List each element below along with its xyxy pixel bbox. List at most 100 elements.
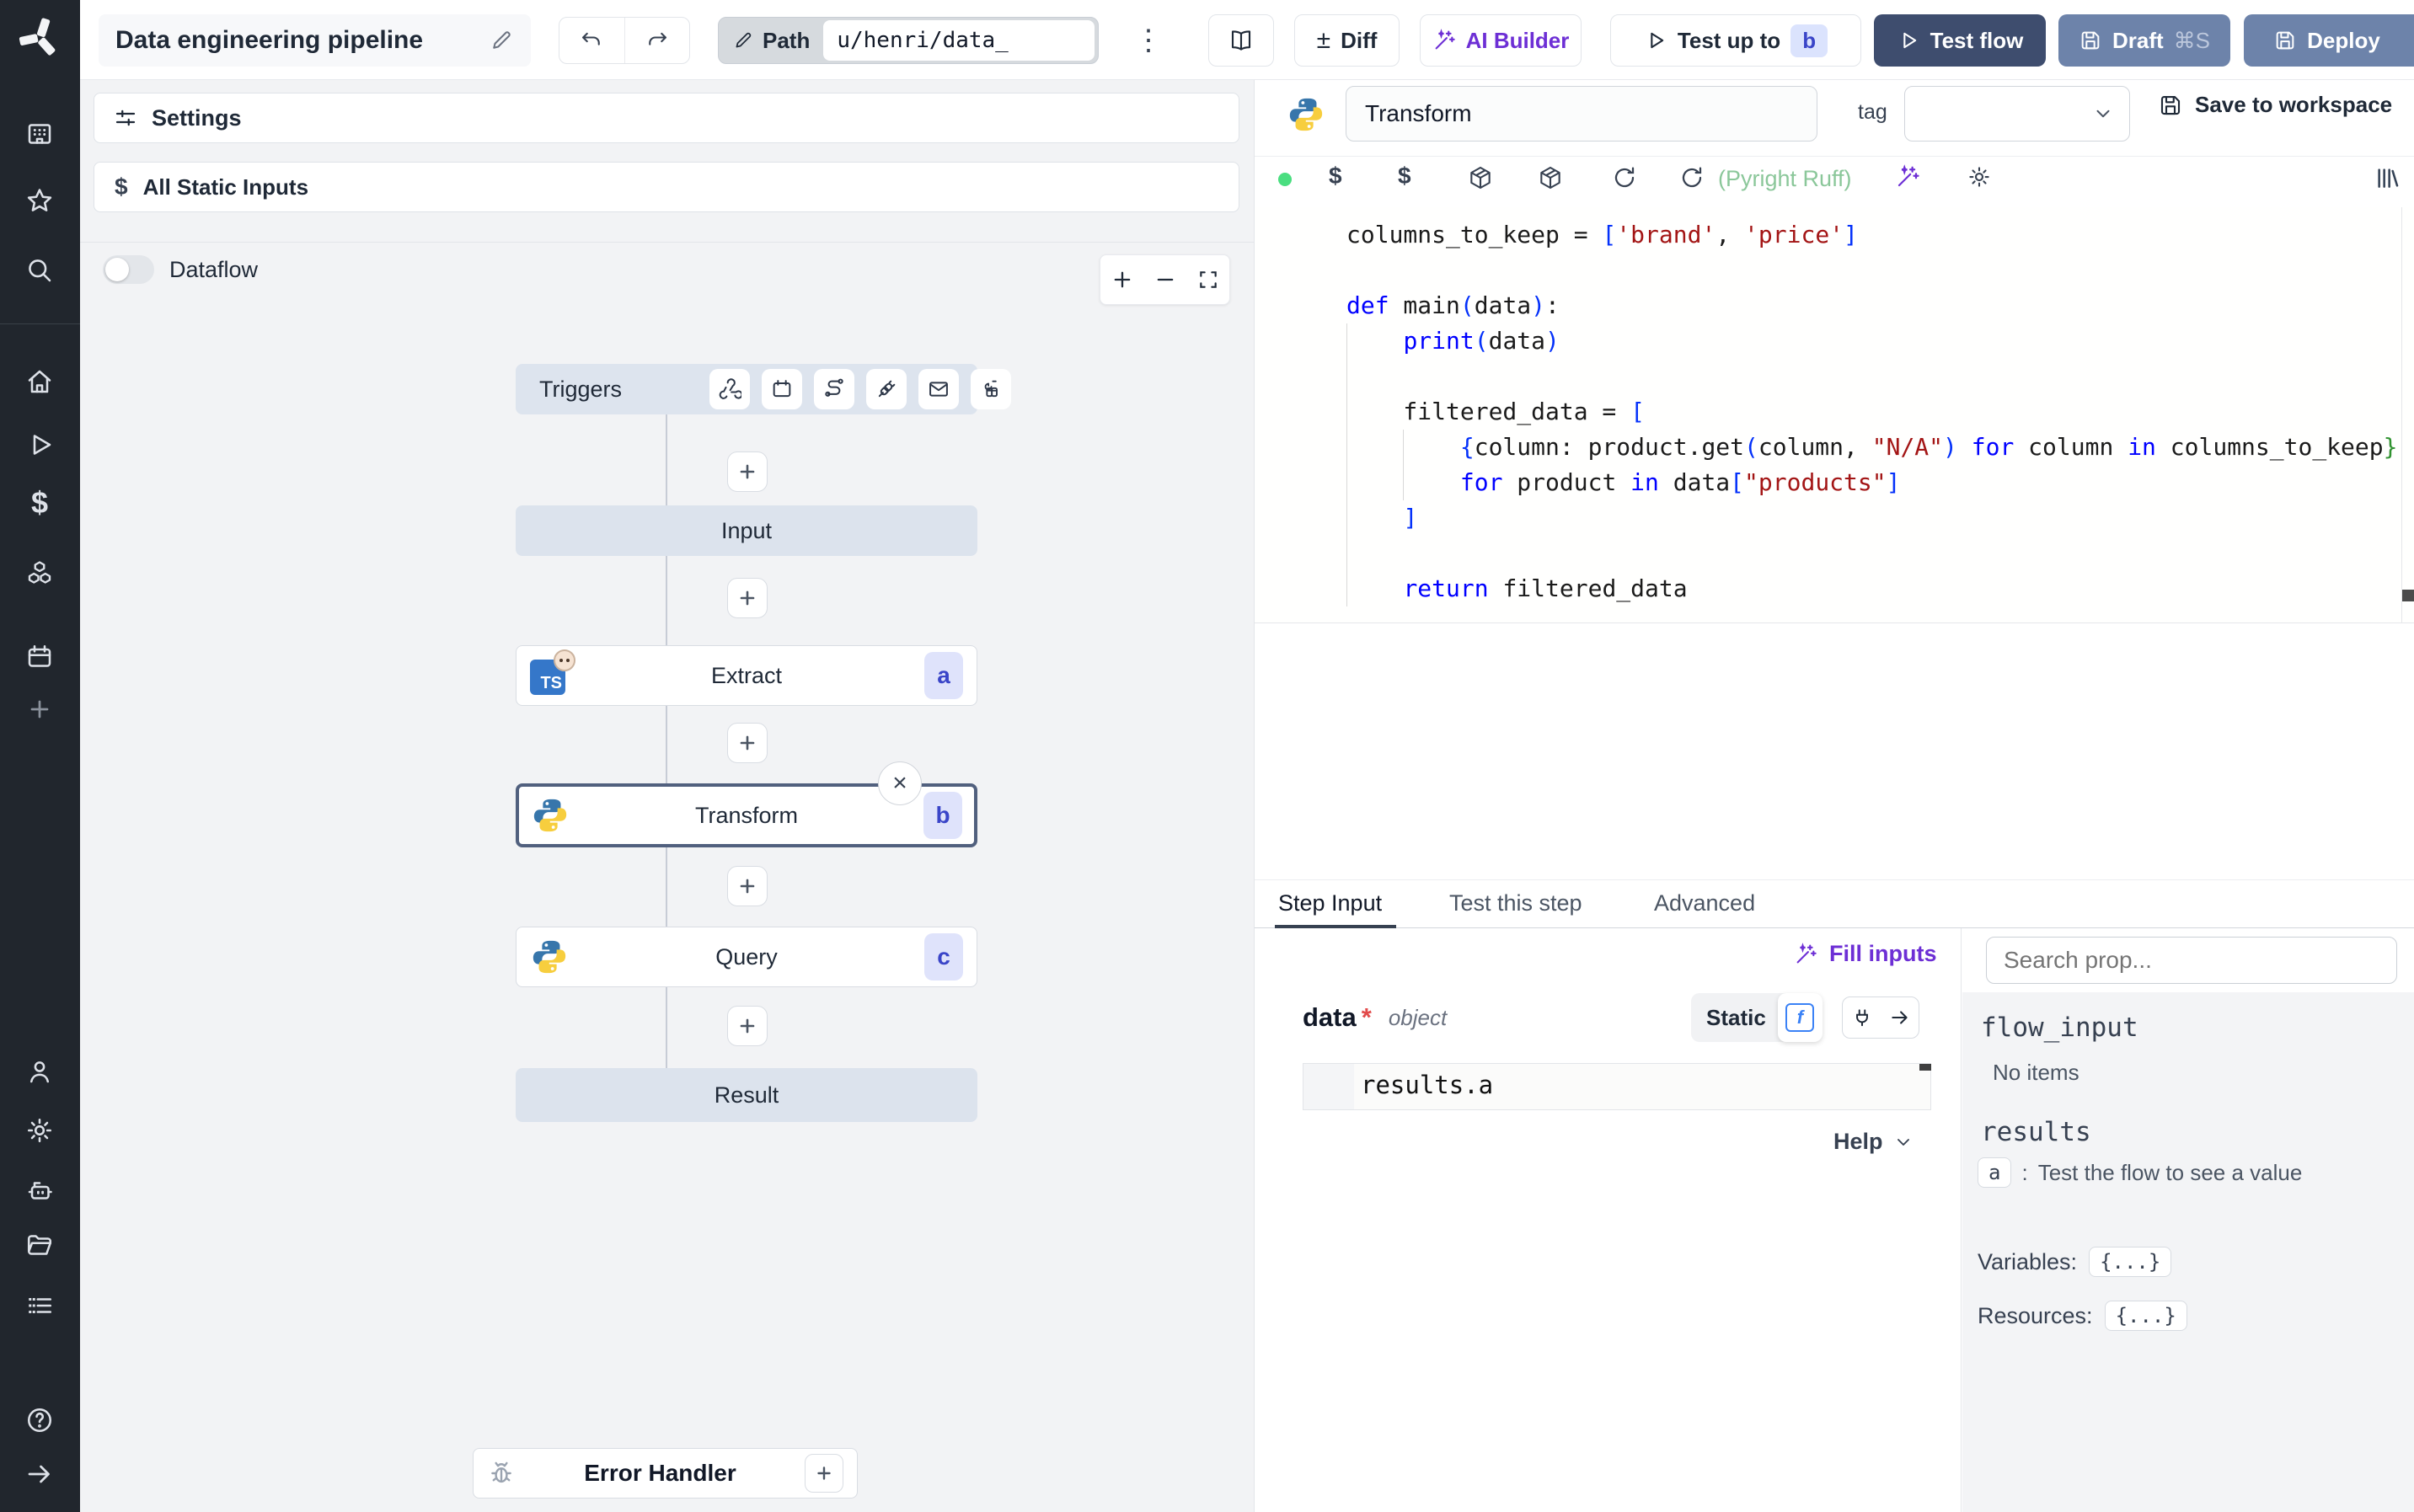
ai-builder-button[interactable]: AI Builder [1420, 14, 1582, 67]
javascript-mode-button[interactable]: f [1777, 993, 1823, 1042]
fit-view-icon[interactable] [1197, 269, 1219, 291]
result-node[interactable]: Result [516, 1068, 977, 1122]
deploy-button[interactable]: Deploy [2244, 14, 2414, 67]
insert-step-button[interactable] [727, 1006, 768, 1046]
editor-settings-icon[interactable] [1967, 164, 1992, 190]
webhook-trigger-icon[interactable] [709, 369, 751, 409]
favorites-icon[interactable] [24, 186, 55, 216]
redo-button[interactable] [625, 18, 690, 63]
variables-badge[interactable]: {...} [2089, 1247, 2172, 1277]
tab-test-this-step[interactable]: Test this step [1449, 890, 1582, 916]
library-icon[interactable] [2374, 164, 2401, 191]
insert-step-button[interactable] [727, 723, 768, 763]
edit-title-icon[interactable] [489, 28, 514, 53]
search-prop-input[interactable] [1986, 937, 2397, 984]
step-name-input[interactable] [1346, 86, 1817, 142]
input-node[interactable]: Input [516, 505, 977, 556]
diff-button[interactable]: ± Diff [1294, 14, 1400, 67]
home-icon[interactable] [24, 366, 55, 397]
tag-select[interactable] [1904, 86, 2130, 142]
insert-step-button[interactable] [727, 578, 768, 618]
variables-picker-icon[interactable]: $ [1398, 163, 1411, 190]
workers-robot-icon[interactable] [24, 1174, 55, 1205]
docs-button[interactable] [1208, 14, 1274, 67]
reload-icon[interactable] [1678, 164, 1705, 191]
flow-settings-bar[interactable]: Settings [94, 93, 1239, 143]
status-dot [1278, 173, 1292, 186]
zoom-out-icon[interactable] [1153, 268, 1177, 291]
poll-trigger-icon[interactable] [971, 369, 1012, 409]
package-icon[interactable] [1467, 164, 1494, 191]
package-icon[interactable] [1537, 164, 1564, 191]
all-static-inputs-bar[interactable]: $ All Static Inputs [94, 162, 1239, 212]
variables-row[interactable]: Variables: {...} [1978, 1247, 2172, 1277]
tab-step-input[interactable]: Step Input [1278, 890, 1382, 916]
insert-step-button[interactable] [727, 451, 768, 492]
arrow-right-icon[interactable] [1889, 1007, 1911, 1028]
topbar: Data engineering pipeline Path u/henri/d… [80, 0, 2414, 80]
http-route-trigger-icon[interactable] [814, 369, 855, 409]
tab-advanced[interactable]: Advanced [1654, 890, 1755, 916]
resources-icon[interactable] [24, 558, 55, 589]
add-item-icon[interactable] [24, 694, 55, 724]
draft-button[interactable]: Draft ⌘S [2058, 14, 2230, 67]
dollar-icon: $ [115, 174, 128, 200]
add-error-handler-button[interactable] [805, 1454, 843, 1493]
result-item[interactable]: a : Test the flow to see a value [1978, 1157, 2302, 1188]
expression-editor[interactable]: results.a [1303, 1063, 1931, 1110]
help-icon[interactable] [24, 1405, 55, 1435]
flow-input-section-label[interactable]: flow_input [1981, 1012, 2138, 1043]
search-icon[interactable] [24, 255, 55, 286]
result-key-badge[interactable]: a [1978, 1157, 2012, 1188]
python-icon [531, 796, 570, 835]
reload-icon[interactable] [1611, 164, 1638, 191]
extract-node[interactable]: TS Extract a [516, 645, 977, 706]
extract-node-label: Extract [710, 662, 783, 688]
undo-button[interactable] [559, 18, 625, 63]
runs-icon[interactable] [24, 430, 55, 460]
play-outline-icon [1644, 29, 1667, 52]
settings-gear-icon[interactable] [24, 1115, 55, 1146]
expand-sidebar-icon[interactable] [24, 1459, 55, 1489]
path-segment[interactable]: Path [719, 28, 823, 54]
static-inputs-icon[interactable]: $ [1329, 163, 1342, 190]
path-input[interactable]: u/henri/data_ [823, 20, 1095, 61]
function-icon: f [1785, 1003, 1815, 1032]
schedules-icon[interactable] [24, 642, 55, 672]
apps-icon[interactable] [24, 119, 55, 149]
remove-step-button[interactable]: × [878, 761, 922, 805]
websocket-trigger-icon[interactable] [866, 369, 907, 409]
query-node[interactable]: Query c [516, 927, 977, 987]
input-mode-toggle[interactable]: Static f [1691, 993, 1823, 1042]
resources-row[interactable]: Resources: {...} [1978, 1301, 2187, 1331]
editor-scrollbar-thumb[interactable] [2402, 590, 2414, 601]
triggers-node[interactable]: Triggers [516, 364, 1012, 414]
test-flow-button[interactable]: Test flow [1874, 14, 2046, 67]
save-to-workspace-button[interactable]: Save to workspace [2158, 92, 2392, 118]
connect-result-group [1842, 996, 1919, 1039]
resources-badge[interactable]: {...} [2104, 1301, 2187, 1331]
zoom-in-icon[interactable] [1111, 268, 1134, 291]
error-handler-node[interactable]: Error Handler [473, 1448, 858, 1499]
deploy-main[interactable]: Deploy [2244, 28, 2410, 54]
audit-logs-icon[interactable] [24, 1290, 55, 1321]
results-section-label[interactable]: results [1981, 1117, 2091, 1147]
fill-inputs-button[interactable]: Fill inputs [1794, 941, 1937, 967]
schedule-trigger-icon[interactable] [762, 369, 803, 409]
user-icon[interactable] [24, 1056, 55, 1087]
email-trigger-icon[interactable] [918, 369, 960, 409]
test-up-to-button[interactable]: Test up to b [1610, 14, 1861, 67]
dataflow-toggle[interactable] [103, 255, 154, 284]
insert-step-button[interactable] [727, 866, 768, 906]
ai-wand-icon[interactable] [1895, 164, 1920, 190]
variables-icon[interactable]: $ [24, 488, 55, 518]
plug-icon[interactable] [1851, 1007, 1873, 1028]
more-menu-button[interactable]: ⋮ [1129, 19, 1168, 62]
expression-value[interactable]: results.a [1361, 1071, 1493, 1099]
windmill-logo-icon[interactable] [19, 17, 61, 59]
code-editor[interactable]: columns_to_keep = ['brand', 'price'] def … [1255, 207, 2414, 623]
help-toggle[interactable]: Help [1833, 1129, 1914, 1155]
code-lines[interactable]: columns_to_keep = ['brand', 'price'] def … [1346, 217, 2397, 606]
test-flow-label: Test flow [1930, 27, 2024, 53]
folders-icon[interactable] [24, 1230, 55, 1260]
